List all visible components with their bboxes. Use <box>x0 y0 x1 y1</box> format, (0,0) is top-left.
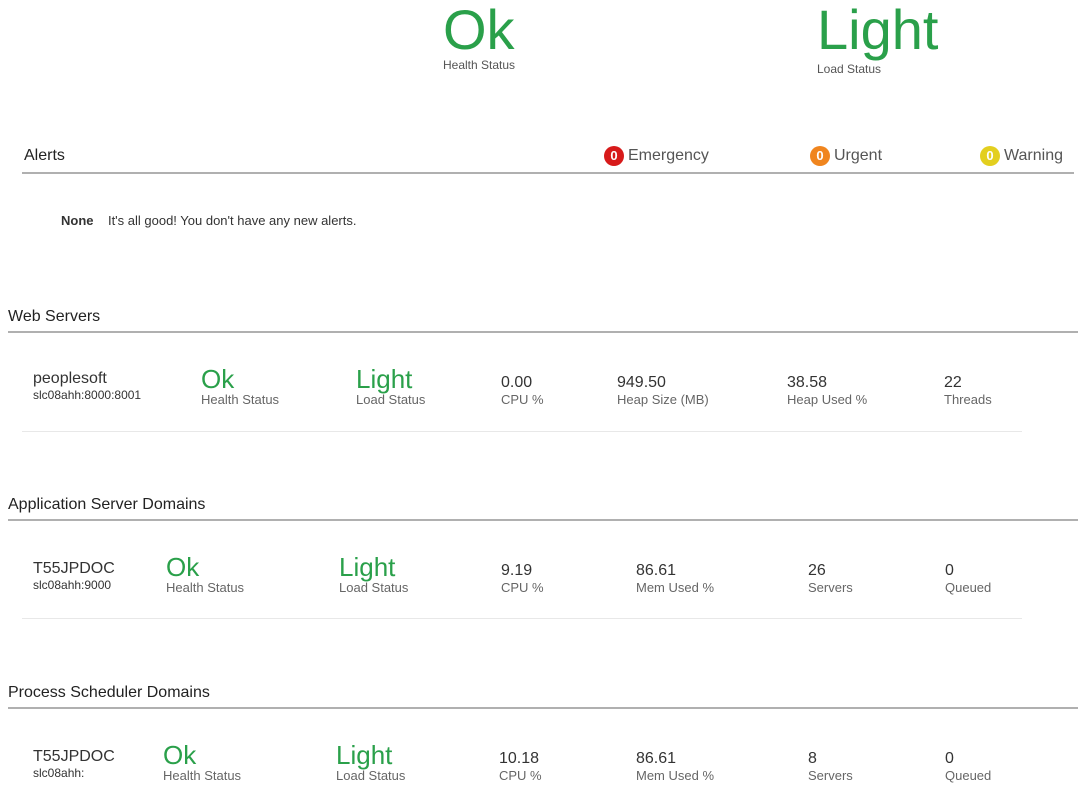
metric-value: 949.50 <box>617 374 666 391</box>
web-server-load: Light Load Status <box>356 366 425 407</box>
process-scheduler-load-label: Load Status <box>336 768 406 783</box>
overall-load: Light Load Status <box>817 0 939 77</box>
metric-value: 0 <box>945 750 954 767</box>
metric-label: CPU % <box>501 392 544 407</box>
process-scheduler-load-value: Light <box>336 740 393 770</box>
metric-value: 0.00 <box>501 374 533 391</box>
process-scheduler-address: slc08ahh: <box>33 766 85 780</box>
metric-value: 9.19 <box>501 562 533 579</box>
app-server-metric-queued: 0 Queued <box>945 562 991 595</box>
app-server-health: Ok Health Status <box>166 554 244 595</box>
process-scheduler-divider <box>8 707 1078 709</box>
overall-health-label: Health Status <box>443 58 516 72</box>
metric-value: 8 <box>808 750 817 767</box>
emergency-label: Emergency <box>628 147 709 164</box>
web-server-health-value: Ok <box>201 364 235 394</box>
web-server-health: Ok Health Status <box>201 366 279 407</box>
metric-label: Threads <box>944 392 992 407</box>
metric-value: 38.58 <box>787 374 828 391</box>
metric-label: CPU % <box>501 580 544 595</box>
metric-label: Heap Size (MB) <box>617 392 709 407</box>
warning-count-badge: 0 <box>980 146 1000 166</box>
process-scheduler-metric-mem: 86.61 Mem Used % <box>636 750 714 783</box>
metric-value: 26 <box>808 562 826 579</box>
web-servers-title: Web Servers <box>8 308 101 325</box>
process-scheduler-host[interactable]: T55JPDOC slc08ahh: <box>33 748 115 780</box>
alert-emergency[interactable]: 0 Emergency <box>604 146 709 166</box>
app-servers-title: Application Server Domains <box>8 496 206 513</box>
overall-load-value: Light <box>817 0 939 61</box>
app-server-health-label: Health Status <box>166 580 245 595</box>
none-label: None <box>61 213 94 228</box>
metric-label: Queued <box>945 768 992 783</box>
overall-load-label: Load Status <box>817 62 882 76</box>
process-scheduler-health: Ok Health Status <box>163 742 241 783</box>
alert-warning[interactable]: 0 Warning <box>980 146 1063 166</box>
overall-health-value: Ok <box>443 0 515 61</box>
app-server-address: slc08ahh:9000 <box>33 578 112 592</box>
process-scheduler-health-label: Health Status <box>163 768 242 783</box>
app-server-load: Light Load Status <box>339 554 408 595</box>
web-server-address: slc08ahh:8000:8001 <box>33 388 142 402</box>
app-server-metric-mem: 86.61 Mem Used % <box>636 562 714 595</box>
metric-value: 86.61 <box>636 750 677 767</box>
metric-label: Mem Used % <box>636 768 715 783</box>
alerts-empty-state: None It's all good! You don't have any n… <box>61 212 356 230</box>
web-servers-row-divider <box>22 431 1022 432</box>
urgent-count-badge: 0 <box>810 146 830 166</box>
metric-label: Heap Used % <box>787 392 868 407</box>
web-server-metric-cpu: 0.00 CPU % <box>501 374 544 407</box>
web-server-name[interactable]: peoplesoft <box>33 370 141 388</box>
web-servers-divider <box>8 331 1078 333</box>
overall-health: Ok Health Status <box>443 0 516 73</box>
web-server-host[interactable]: peoplesoft slc08ahh:8000:8001 <box>33 370 141 402</box>
urgent-label: Urgent <box>834 147 883 164</box>
web-server-metric-threads: 22 Threads <box>944 374 992 407</box>
none-message: It's all good! You don't have any new al… <box>107 213 357 228</box>
process-scheduler-metric-servers: 8 Servers <box>808 750 853 783</box>
web-server-load-value: Light <box>356 364 413 394</box>
web-server-metric-heap-used: 38.58 Heap Used % <box>787 374 867 407</box>
process-scheduler-health-value: Ok <box>163 740 197 770</box>
app-server-name[interactable]: T55JPDOC <box>33 560 115 578</box>
app-server-metric-cpu: 9.19 CPU % <box>501 562 544 595</box>
alert-urgent[interactable]: 0 Urgent <box>810 146 882 166</box>
metric-value: 22 <box>944 374 962 391</box>
emergency-count-badge: 0 <box>604 146 624 166</box>
web-server-health-label: Health Status <box>201 392 280 407</box>
app-server-health-value: Ok <box>166 552 200 582</box>
web-server-metric-heap-size: 949.50 Heap Size (MB) <box>617 374 709 407</box>
metric-value: 0 <box>945 562 954 579</box>
warning-label: Warning <box>1004 147 1063 164</box>
metric-label: Servers <box>808 768 853 783</box>
web-server-load-label: Load Status <box>356 392 426 407</box>
process-scheduler-load: Light Load Status <box>336 742 405 783</box>
metric-value: 86.61 <box>636 562 677 579</box>
metric-label: Mem Used % <box>636 580 715 595</box>
metric-label: Queued <box>945 580 992 595</box>
process-scheduler-metric-queued: 0 Queued <box>945 750 991 783</box>
metric-value: 10.18 <box>499 750 540 767</box>
app-server-load-value: Light <box>339 552 396 582</box>
app-server-load-label: Load Status <box>339 580 409 595</box>
alerts-divider <box>22 172 1074 174</box>
app-server-host[interactable]: T55JPDOC slc08ahh:9000 <box>33 560 115 592</box>
metric-label: Servers <box>808 580 853 595</box>
metric-label: CPU % <box>499 768 542 783</box>
app-server-metric-servers: 26 Servers <box>808 562 853 595</box>
process-scheduler-name[interactable]: T55JPDOC <box>33 748 115 766</box>
process-scheduler-title: Process Scheduler Domains <box>8 684 210 701</box>
app-servers-row-divider <box>22 618 1022 619</box>
process-scheduler-metric-cpu: 10.18 CPU % <box>499 750 542 783</box>
alerts-title: Alerts <box>24 147 65 164</box>
app-servers-divider <box>8 519 1078 521</box>
